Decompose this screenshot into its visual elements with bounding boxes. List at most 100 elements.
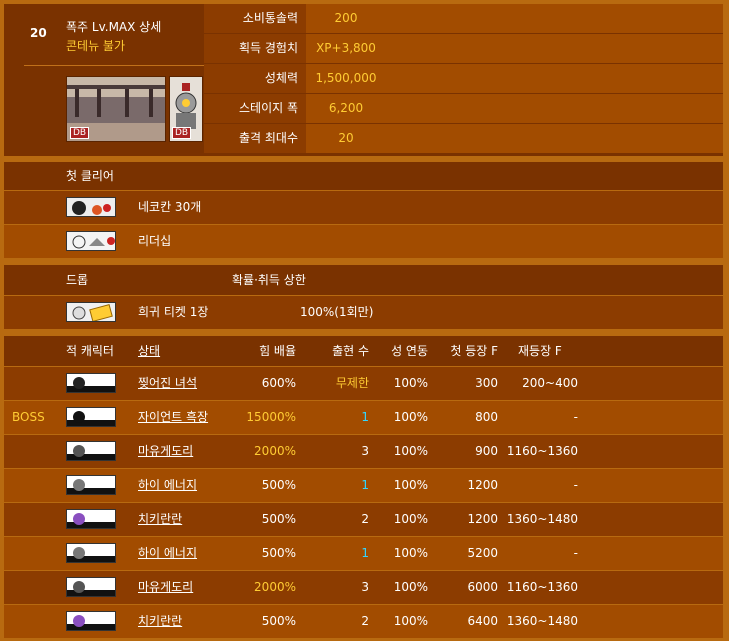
enemy-respawn-frame: -	[573, 410, 578, 424]
stat-label: 성체력	[204, 64, 306, 93]
enemy-name-link[interactable]: 자이언트 흑장	[138, 401, 208, 434]
drop-row: 희귀 티켓 1장 100%(1회만)	[4, 296, 723, 329]
stage-title: 폭주 Lv.MAX 상세	[66, 20, 162, 34]
stat-label: 출격 최대수	[204, 124, 306, 153]
first-clear-title: 첫 클리어	[66, 169, 114, 183]
drop-header: 드롭 확률·취득 상한	[4, 265, 723, 295]
enemy-name-link[interactable]: 치키란란	[138, 605, 182, 638]
stat-value: 20	[306, 124, 386, 153]
enemy-respawn-frame: 1160~1360	[506, 580, 578, 594]
stat-label: 소비통솔력	[204, 4, 306, 33]
enemy-power: 500%	[261, 478, 296, 492]
reward-label: 네코칸 30개	[138, 200, 202, 214]
enemy-power: 15000%	[246, 410, 296, 424]
enemy-icon	[66, 577, 116, 597]
enemy-icon	[66, 611, 116, 631]
stat-filler	[386, 94, 723, 123]
reward-row: 리더십	[4, 225, 723, 258]
stat-filler	[386, 64, 723, 93]
reward-row: 네코칸 30개	[4, 191, 723, 224]
stat-value: 1,500,000	[306, 64, 386, 93]
enemy-row: 치키란란 500% 2 100% 6400 1360~1480	[4, 605, 723, 638]
enemy-first-frame: 6400	[467, 614, 498, 628]
drop-label: 희귀 티켓 1장	[138, 305, 209, 319]
stage-info-panel: 20 폭주 Lv.MAX 상세 콘테뉴 불가 DB DB 소비통솔력 200 획…	[4, 4, 723, 156]
first-clear-panel: 첫 클리어 네코칸 30개 리더십	[4, 162, 723, 258]
enemy-first-frame: 300	[475, 376, 498, 390]
enemy-row: 마유게도리 2000% 3 100% 6000 1160~1360	[4, 571, 723, 604]
enemy-respawn-frame: 1360~1480	[506, 512, 578, 526]
castle-image: DB	[169, 76, 203, 142]
divider	[24, 65, 204, 66]
enemy-row: 마유게도리 2000% 3 100% 900 1160~1360	[4, 435, 723, 468]
enemy-count: 2	[361, 512, 369, 526]
enemy-power: 500%	[261, 512, 296, 526]
enemy-castle-link: 100%	[393, 376, 428, 390]
ticket-icon	[66, 302, 116, 322]
enemy-castle-link: 100%	[393, 614, 428, 628]
enemy-castle-link: 100%	[393, 410, 428, 424]
stat-row: 스테이지 폭 6,200	[204, 94, 723, 124]
reward-label: 리더십	[138, 234, 172, 248]
enemy-castle-link: 100%	[393, 444, 428, 458]
enemy-count: 1	[361, 410, 369, 424]
db-badge: DB	[172, 127, 192, 139]
drop-title: 드롭	[66, 273, 89, 287]
stat-value: XP+3,800	[306, 34, 386, 63]
enemy-name-link[interactable]: 하이 에너지	[138, 537, 197, 570]
enemy-castle-link: 100%	[393, 580, 428, 594]
boss-tag: BOSS	[12, 410, 45, 424]
enemy-name-link[interactable]: 치키란란	[138, 503, 182, 536]
stat-filler	[386, 34, 723, 63]
enemy-name-link[interactable]: 하이 에너지	[138, 469, 197, 502]
enemy-respawn-frame: -	[573, 546, 578, 560]
enemy-castle-link: 100%	[393, 478, 428, 492]
enemy-row: 하이 에너지 500% 1 100% 5200 -	[4, 537, 723, 570]
enemy-castle-link: 100%	[393, 512, 428, 526]
enemy-icon	[66, 407, 116, 427]
enemy-name-link[interactable]: 마유게도리	[138, 435, 193, 468]
enemy-first-frame: 1200	[467, 478, 498, 492]
col-header-first: 첫 등장 F	[450, 344, 498, 358]
enemy-first-frame: 5200	[467, 546, 498, 560]
enemy-power: 600%	[261, 376, 296, 390]
first-clear-header: 첫 클리어	[4, 162, 723, 190]
enemy-header: 적 캐릭터 상태 힘 배율 출현 수 성 연동 첫 등장 F 재등장 F	[4, 336, 723, 366]
enemy-row: 치키란란 500% 2 100% 1200 1360~1480	[4, 503, 723, 536]
stat-row: 소비통솔력 200	[204, 4, 723, 34]
enemy-icon	[66, 509, 116, 529]
enemy-icon	[66, 543, 116, 563]
col-header-cont: 성 연동	[391, 344, 428, 358]
stat-row: 출격 최대수 20	[204, 124, 723, 154]
col-header-power: 힘 배율	[259, 344, 296, 358]
col-header-state[interactable]: 상태	[138, 336, 160, 366]
enemy-first-frame: 1200	[467, 512, 498, 526]
enemy-icon	[66, 475, 116, 495]
enemy-castle-link: 100%	[393, 546, 428, 560]
enemy-count: 2	[361, 614, 369, 628]
enemy-power: 2000%	[254, 580, 296, 594]
enemy-respawn-frame: -	[573, 478, 578, 492]
enemy-panel: 적 캐릭터 상태 힘 배율 출현 수 성 연동 첫 등장 F 재등장 F 찢어진…	[4, 336, 723, 638]
enemy-row: 하이 에너지 500% 1 100% 1200 -	[4, 469, 723, 502]
stat-label: 스테이지 폭	[204, 94, 306, 123]
enemy-name-link[interactable]: 마유게도리	[138, 571, 193, 604]
enemy-count: 1	[361, 478, 369, 492]
enemy-icon	[66, 373, 116, 393]
drop-rate: 100%(1회만)	[300, 305, 374, 319]
stage-background-image: DB	[66, 76, 166, 142]
enemy-power: 500%	[261, 614, 296, 628]
leadership-icon	[66, 231, 116, 251]
enemy-name-link[interactable]: 찢어진 녀석	[138, 367, 197, 400]
enemy-first-frame: 6000	[467, 580, 498, 594]
stat-row: 획득 경험치 XP+3,800	[204, 34, 723, 64]
stat-row: 성체력 1,500,000	[204, 64, 723, 94]
enemy-row: 찢어진 녀석 600% 무제한 100% 300 200~400	[4, 367, 723, 400]
enemy-power: 500%	[261, 546, 296, 560]
enemy-respawn-frame: 200~400	[522, 376, 578, 390]
enemy-respawn-frame: 1360~1480	[506, 614, 578, 628]
col-header-re: 재등장 F	[518, 344, 562, 358]
drop-panel: 드롭 확률·취득 상한 희귀 티켓 1장 100%(1회만)	[4, 265, 723, 329]
stat-value: 200	[306, 4, 386, 33]
enemy-first-frame: 900	[475, 444, 498, 458]
